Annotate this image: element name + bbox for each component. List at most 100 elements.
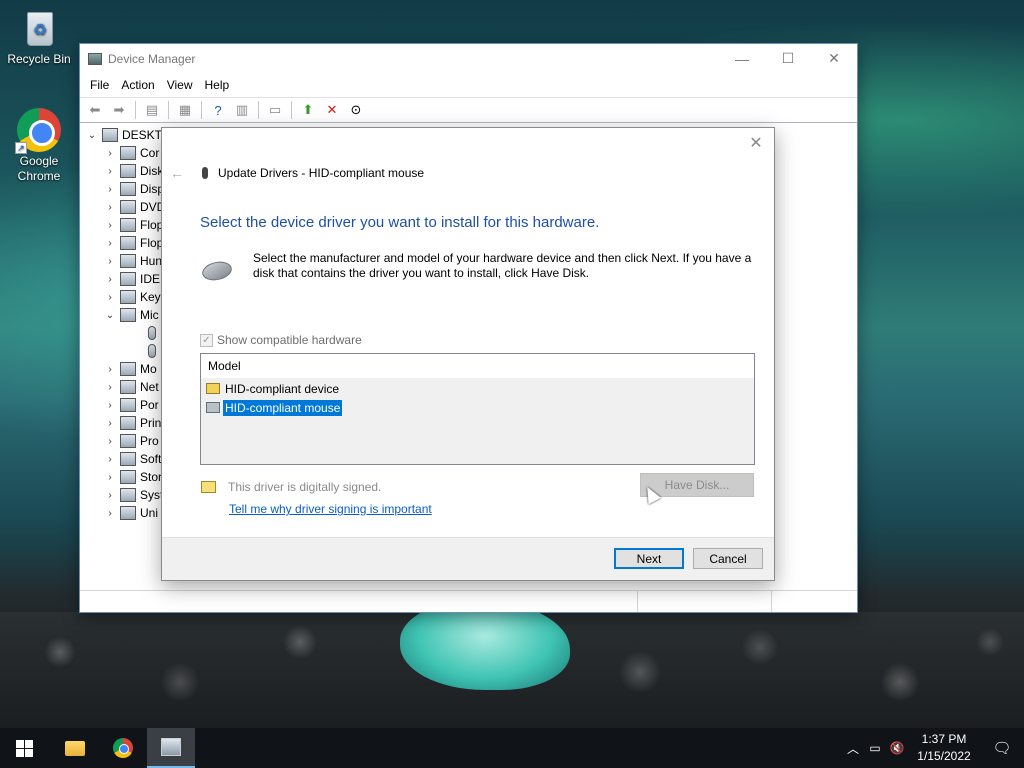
uninstall-device-icon[interactable]: ✕ [321,100,343,120]
tree-category[interactable]: › Mo [104,360,157,378]
mouse-hardware-icon [200,259,234,283]
cancel-button[interactable]: Cancel [693,548,763,569]
chevron-down-icon[interactable]: ⌄ [86,130,98,141]
mouse-icon [148,344,156,358]
show-hide-tree-icon[interactable]: ▤ [141,100,163,120]
chevron-right-icon[interactable]: › [104,238,116,249]
dialog-heading: Select the device driver you want to ins… [200,214,600,231]
tree-category[interactable]: › Pro [104,432,159,450]
volume-muted-icon[interactable]: 🔇 [886,741,908,755]
checkbox-icon[interactable]: ✓ [200,333,213,347]
tree-category[interactable]: › Soft [104,450,161,468]
tree-category[interactable]: › Syst [104,486,163,504]
chevron-right-icon[interactable]: › [104,274,116,285]
desktop-icon-chrome[interactable]: ↗ Google Chrome [3,108,75,184]
taskbar-file-explorer[interactable] [51,728,99,768]
minimize-button[interactable]: — [719,44,765,73]
scan-hardware-icon[interactable]: ▭ [264,100,286,120]
chevron-down-icon[interactable]: ⌄ [104,310,116,321]
tree-category-label: Stor [140,470,163,484]
model-column-header[interactable]: Model [201,354,754,379]
chevron-right-icon[interactable]: › [104,184,116,195]
tree-category-label: IDE [140,272,161,286]
device-manager-titlebar[interactable]: Device Manager — ☐ ✕ [80,44,857,73]
taskbar-device-manager[interactable] [147,728,195,768]
shortcut-arrow-icon: ↗ [15,142,27,154]
show-compatible-checkbox[interactable]: ✓ Show compatible hardware [200,333,362,347]
tree-category[interactable]: › Por [104,396,159,414]
tree-root[interactable]: ⌄ DESKTO [86,126,171,144]
tree-category-expanded[interactable]: ⌄ Mic [104,306,159,324]
category-icon [120,398,136,412]
chevron-right-icon[interactable]: › [104,400,116,411]
tree-category[interactable]: › Key [104,288,161,306]
close-button[interactable]: ✕ [811,44,857,73]
chevron-right-icon[interactable]: › [104,148,116,159]
tree-device-mouse[interactable] [144,342,160,360]
driver-icon [206,383,220,394]
chevron-right-icon[interactable]: › [104,472,116,483]
back-arrow-icon[interactable]: ⬅ [84,100,106,120]
tree-category-label: Syst [140,488,164,502]
back-button[interactable]: ← [170,165,184,181]
signed-text: This driver is digitally signed. [228,480,382,494]
chevron-right-icon[interactable]: › [104,166,116,177]
chevron-right-icon[interactable]: › [104,508,116,519]
update-driver-icon[interactable]: ⬆ [297,100,319,120]
category-icon [120,380,136,394]
chevron-right-icon[interactable]: › [104,364,116,375]
system-tray: ︿ ▭ 🔇 1:37 PM 1/15/2022 🗨 [842,728,1024,768]
chevron-right-icon[interactable]: › [104,382,116,393]
tree-category[interactable]: › Flop [104,234,163,252]
chevron-up-icon[interactable]: ︿ [842,740,864,757]
menu-file[interactable]: File [84,78,115,92]
chevron-right-icon[interactable]: › [104,220,116,231]
chevron-right-icon[interactable]: › [104,418,116,429]
next-button[interactable]: Next [614,548,684,569]
notification-icon[interactable]: 🗨 [980,739,1024,757]
maximize-button[interactable]: ☐ [765,44,811,73]
network-icon[interactable]: ▭ [864,741,886,755]
clock[interactable]: 1:37 PM 1/15/2022 [908,731,980,765]
tree-category[interactable]: › Uni [104,504,158,522]
tree-category[interactable]: › Hun [104,252,162,270]
chevron-right-icon[interactable]: › [104,202,116,213]
tree-category[interactable]: › Cor [104,144,159,162]
chevron-right-icon[interactable]: › [104,436,116,447]
model-list[interactable]: Model HID-compliant device HID-compliant… [200,353,755,465]
driver-signing-link[interactable]: Tell me why driver signing is important [229,502,432,516]
disable-device-icon[interactable]: ⊙ [345,100,367,120]
chevron-right-icon[interactable]: › [104,490,116,501]
tree-category[interactable]: › Disp [104,180,164,198]
tree-category[interactable]: › IDE [104,270,160,288]
model-item-selected[interactable]: HID-compliant mouse [201,398,754,417]
tree-category[interactable]: › Net [104,378,159,396]
properties-icon[interactable]: ▦ [174,100,196,120]
help-icon[interactable]: ? [207,100,229,120]
tree-category[interactable]: › DVD [104,198,165,216]
menu-view[interactable]: View [161,78,199,92]
model-item[interactable]: HID-compliant device [201,379,754,398]
forward-arrow-icon[interactable]: ➡ [108,100,130,120]
tree-category[interactable]: › Prin [104,414,161,432]
device-view-icon[interactable]: ▥ [231,100,253,120]
category-icon [120,254,136,268]
tree-device-mouse[interactable] [144,324,160,342]
chevron-right-icon[interactable]: › [104,256,116,267]
taskbar-chrome[interactable] [99,728,147,768]
dialog-close-button[interactable]: ✕ [746,134,766,154]
model-item-label: HID-compliant mouse [223,399,343,416]
chevron-right-icon[interactable]: › [104,292,116,303]
chevron-right-icon[interactable]: › [104,454,116,465]
status-bar [80,590,857,612]
toolbar: ⬅ ➡ ▤ ▦ ? ▥ ▭ ⬆ ✕ ⊙ [80,97,857,123]
start-button[interactable] [0,728,48,768]
tree-category-label: Disk [140,164,164,178]
desktop-icon-recycle-bin[interactable]: Recycle Bin [3,6,75,66]
tree-category[interactable]: › Stor [104,468,162,486]
tree-category[interactable]: › Disk [104,162,163,180]
tree-category-label: Prin [140,416,162,430]
menu-action[interactable]: Action [115,78,160,92]
menu-help[interactable]: Help [199,78,236,92]
tree-category[interactable]: › Flop [104,216,163,234]
